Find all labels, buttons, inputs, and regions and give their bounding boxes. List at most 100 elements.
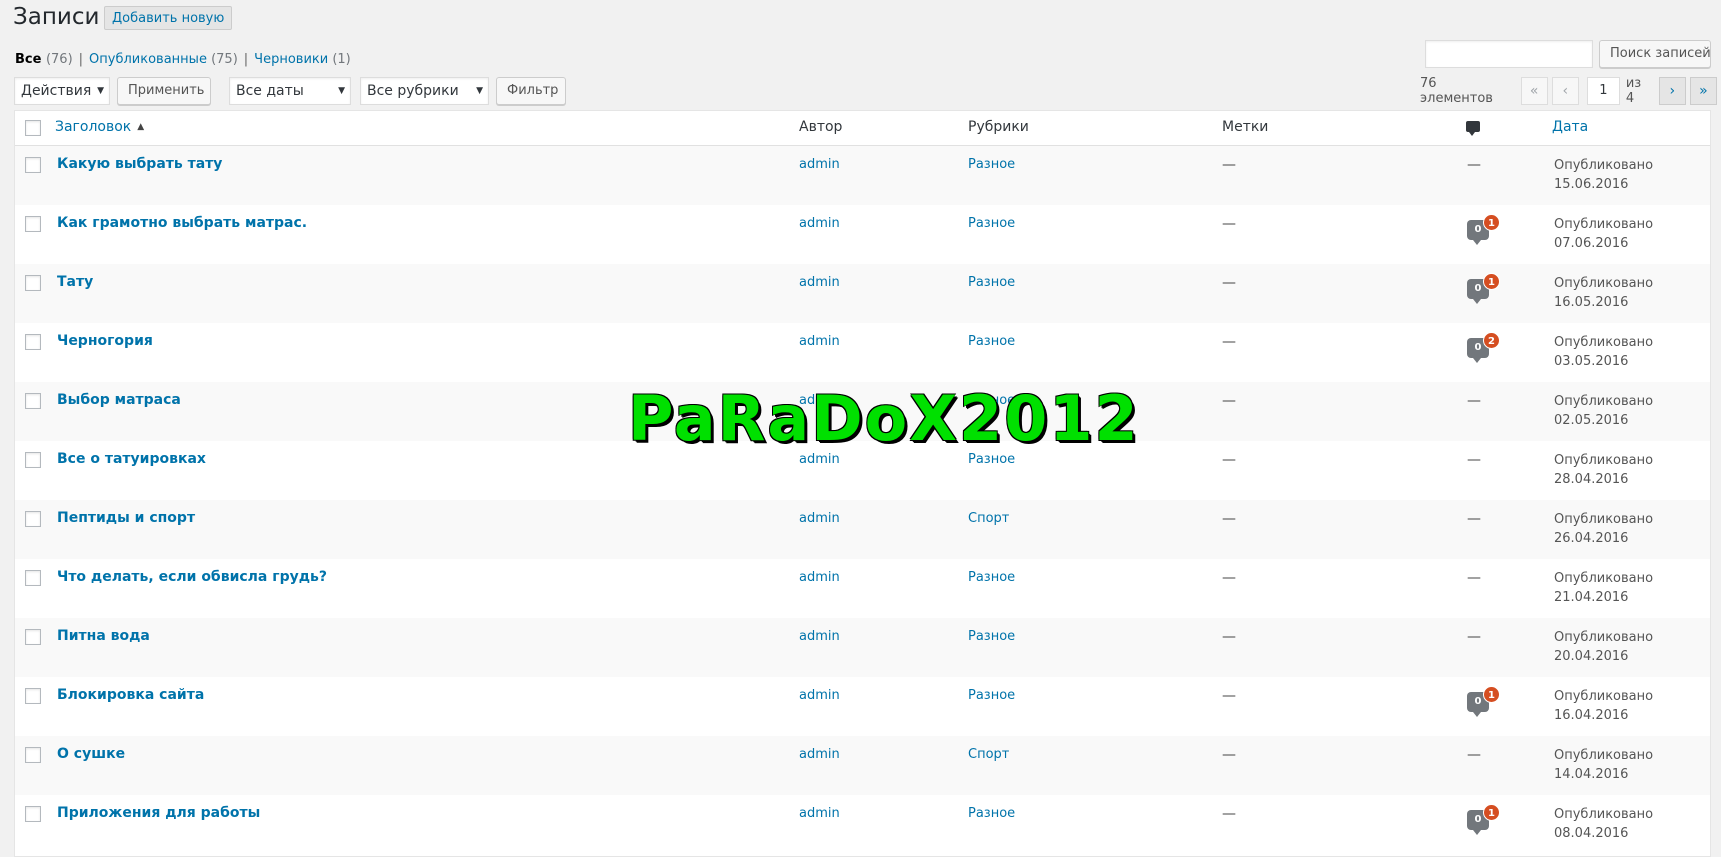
post-author-link[interactable]: admin [799, 806, 840, 821]
post-title-link[interactable]: О сушке [57, 746, 125, 762]
filter-button[interactable]: Фильтр [496, 77, 566, 105]
post-title-link[interactable]: Как грамотно выбрать матрас. [57, 215, 307, 231]
post-status: Опубликовано [1554, 807, 1654, 822]
post-title-link[interactable]: Все о татуировках [57, 451, 206, 467]
post-status: Опубликовано [1554, 748, 1654, 763]
column-author: Автор [799, 119, 843, 135]
post-author-link[interactable]: admin [799, 629, 840, 644]
post-title-link[interactable]: Черногория [57, 333, 153, 349]
post-category-link[interactable]: Разное [968, 452, 1015, 467]
post-category-link[interactable]: Разное [968, 570, 1015, 585]
post-author-link[interactable]: admin [799, 452, 840, 467]
view-all-link[interactable]: Все (76) [15, 52, 73, 67]
no-comments: — [1467, 157, 1481, 173]
post-title-link[interactable]: Пептиды и спорт [57, 510, 195, 526]
current-page-input[interactable]: 1 [1586, 77, 1620, 105]
view-drafts-link[interactable]: Черновики (1) [254, 52, 351, 67]
no-comments: — [1467, 452, 1481, 468]
post-title-link[interactable]: Выбор матраса [57, 392, 181, 408]
column-title-sort[interactable]: Заголовок ▲ [55, 119, 144, 135]
post-title-link[interactable]: Что делать, если обвисла грудь? [57, 569, 327, 585]
pending-comments-badge[interactable]: 1 [1483, 686, 1500, 703]
post-author-link[interactable]: admin [799, 688, 840, 703]
post-category-link[interactable]: Разное [968, 806, 1015, 821]
row-checkbox[interactable] [25, 334, 41, 350]
total-pages: из 4 [1625, 76, 1642, 106]
post-author-link[interactable]: admin [799, 570, 840, 585]
no-comments: — [1467, 629, 1481, 645]
row-checkbox[interactable] [25, 511, 41, 527]
post-category-link[interactable]: Разное [968, 629, 1015, 644]
post-date-value: 14.04.2016 [1554, 767, 1629, 782]
row-checkbox[interactable] [25, 452, 41, 468]
post-date-value: 21.04.2016 [1554, 590, 1629, 605]
search-posts-button[interactable]: Поиск записей [1599, 40, 1711, 68]
apply-button[interactable]: Применить [117, 77, 211, 105]
dates-filter-select[interactable]: Все даты ▼ [229, 77, 351, 105]
pending-comments-badge[interactable]: 1 [1483, 273, 1500, 290]
post-author-link[interactable]: admin [799, 511, 840, 526]
row-checkbox[interactable] [25, 570, 41, 586]
status-filter-links: Все (76) | Опубликованные (75) | Черновики (… [15, 52, 351, 67]
post-category-link[interactable]: Разное [968, 157, 1015, 172]
table-row: Блокировка сайта admin Разное —0 1 Опубликова… [15, 677, 1710, 736]
post-title-link[interactable]: Приложения для работы [57, 805, 260, 821]
post-author-link[interactable]: admin [799, 157, 840, 172]
prev-page-button[interactable]: ‹ [1551, 77, 1579, 105]
next-page-button[interactable]: › [1658, 77, 1686, 105]
column-tags: Метки [1222, 119, 1269, 135]
post-tags: — [1222, 806, 1236, 822]
table-row: Пептиды и спорт admin Спорт — — Опубликовано 2… [15, 500, 1710, 559]
post-author-link[interactable]: admin [799, 216, 840, 231]
table-row: Какую выбрать тату admin Разное — — Опубликов… [15, 146, 1710, 205]
post-tags: — [1222, 393, 1236, 409]
first-page-button[interactable]: « [1520, 77, 1548, 105]
row-checkbox[interactable] [25, 157, 41, 173]
post-date-value: 08.04.2016 [1554, 826, 1629, 841]
post-status: Опубликовано [1554, 571, 1654, 586]
post-author-link[interactable]: admin [799, 275, 840, 290]
row-checkbox[interactable] [25, 806, 41, 822]
table-header: Заголовок ▲ Автор Рубрики Метки Дата [15, 111, 1710, 146]
post-category-link[interactable]: Разное [968, 275, 1015, 290]
post-category-link[interactable]: Разное [968, 334, 1015, 349]
post-date: Опубликовано 08.04.2016 [1554, 805, 1653, 843]
post-date: Опубликовано 03.05.2016 [1554, 333, 1653, 371]
post-category-link[interactable]: Спорт [968, 511, 1009, 526]
post-category-link[interactable]: Разное [968, 393, 1015, 408]
row-checkbox[interactable] [25, 629, 41, 645]
row-checkbox[interactable] [25, 275, 41, 291]
add-new-button[interactable]: Добавить новую [104, 6, 233, 30]
categories-filter-select[interactable]: Все рубрики ▼ [360, 77, 489, 105]
view-published-link[interactable]: Опубликованные (75) [89, 52, 238, 67]
post-title-link[interactable]: Питна вода [57, 628, 150, 644]
post-author-link[interactable]: admin [799, 334, 840, 349]
post-title-link[interactable]: Тату [57, 274, 93, 290]
row-checkbox[interactable] [25, 216, 41, 232]
post-category-link[interactable]: Разное [968, 688, 1015, 703]
column-date-sort[interactable]: Дата [1552, 119, 1588, 135]
post-author-link[interactable]: admin [799, 747, 840, 762]
search-input[interactable] [1425, 40, 1593, 68]
post-date-value: 03.05.2016 [1554, 354, 1629, 369]
bulk-actions-select[interactable]: Действия ▼ [14, 77, 110, 105]
post-title-link[interactable]: Блокировка сайта [57, 687, 204, 703]
post-title-link[interactable]: Какую выбрать тату [57, 156, 222, 172]
table-body: Какую выбрать тату admin Разное — — Опубликов… [15, 146, 1710, 854]
row-checkbox[interactable] [25, 747, 41, 763]
pending-comments-badge[interactable]: 1 [1483, 804, 1500, 821]
pagination: 76 элементов « ‹ 1 из 4 › » [1420, 76, 1721, 106]
post-author-link[interactable]: admin [799, 393, 840, 408]
post-date-value: 16.04.2016 [1554, 708, 1629, 723]
post-category-link[interactable]: Спорт [968, 747, 1009, 762]
post-tags: — [1222, 275, 1236, 291]
no-comments: — [1467, 570, 1481, 586]
table-row: Выбор матраса admin Разное — — Опубликовано 02… [15, 382, 1710, 441]
pending-comments-badge[interactable]: 1 [1483, 214, 1500, 231]
last-page-button[interactable]: » [1689, 77, 1717, 105]
select-all-checkbox[interactable] [25, 120, 41, 136]
pending-comments-badge[interactable]: 2 [1483, 332, 1500, 349]
row-checkbox[interactable] [25, 688, 41, 704]
post-category-link[interactable]: Разное [968, 216, 1015, 231]
row-checkbox[interactable] [25, 393, 41, 409]
